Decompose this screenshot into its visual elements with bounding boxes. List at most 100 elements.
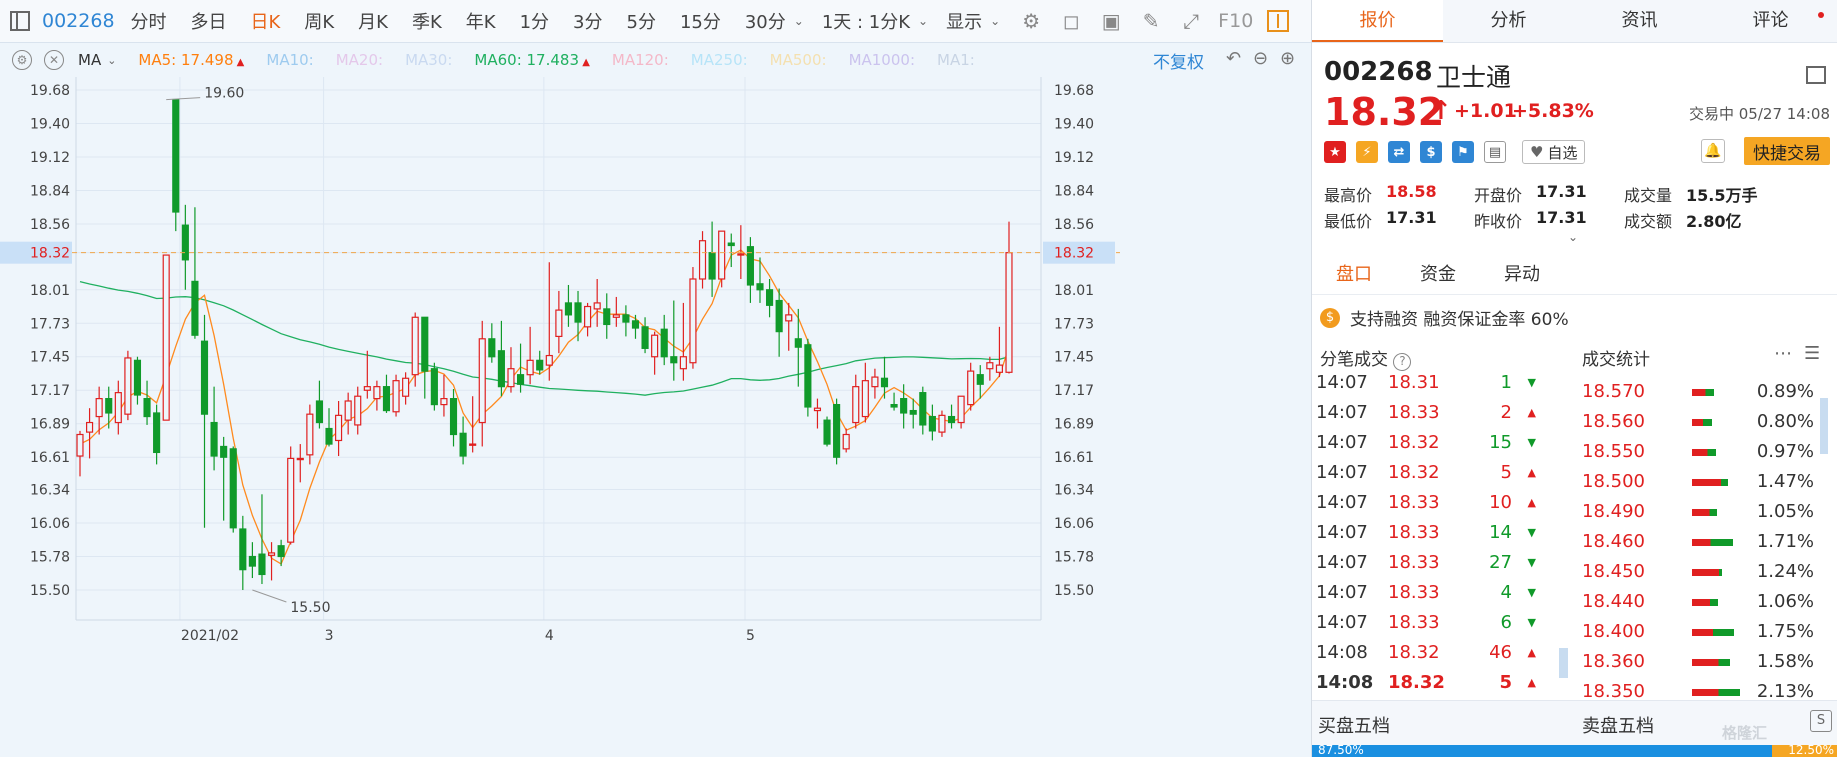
tick-price: 18.33 [1388,582,1440,603]
sub-tab[interactable]: 盘口 [1312,255,1396,294]
indicator-select[interactable]: MA [78,51,101,69]
tick-row: 14:07 18.31 1 ▼ [1316,372,1536,402]
stat-bar [1692,539,1734,546]
ma-item[interactable]: MA60: 17.483 ▲ [474,51,589,69]
ma-item[interactable]: MA1: [937,51,975,69]
stat-price: 18.490 [1582,501,1645,522]
ticks-title-text: 分笔成交 [1320,350,1388,370]
tick-row: 14:07 18.33 10 ▲ [1316,492,1536,522]
tick-time: 14:07 [1316,372,1368,393]
ma-item[interactable]: MA120: [612,51,669,69]
shuffle-icon[interactable]: ⇄ [1388,141,1410,163]
candle-body [105,398,113,414]
period-tab[interactable]: 月K [358,8,388,34]
range-dropdown-icon[interactable]: ⌄ [918,14,928,28]
candlestick-chart[interactable]: 19.68 19.68 19.40 19.40 19.12 19.12 18.84 18.84… [0,77,1311,757]
periods-dropdown-icon[interactable]: ⌄ [794,14,804,28]
y-tick-label-left: 17.17 [30,383,70,399]
indicator-dropdown-icon[interactable]: ⌄ [107,54,116,67]
dollar-icon[interactable]: $ [1420,141,1442,163]
stat-bar [1692,599,1718,606]
period-tab[interactable]: 15分 [680,8,721,34]
notes-icon[interactable]: ▤ [1484,141,1506,163]
current-price-label-left: 18.32 [30,246,70,262]
expand-icon[interactable]: S [1810,710,1832,732]
period-tab[interactable]: 周K [304,8,334,34]
tab-item[interactable]: 资讯 [1574,0,1705,42]
tick-volume: 27 [1489,552,1512,573]
zoom-out-icon[interactable]: ⊖ [1253,48,1268,69]
ma-item[interactable]: MA5: 17.498 ▲ [138,51,244,69]
candle [162,254,170,421]
fast-trade-button[interactable]: 快捷交易 [1744,137,1830,165]
list-icon[interactable]: ☰ [1804,343,1820,364]
settings-icon[interactable]: ⚙ [1018,8,1044,34]
tick-volume: 1 [1500,372,1512,393]
period-tab[interactable]: 年K [466,8,496,34]
layout-icon[interactable]: ◻ [1058,8,1084,34]
ask-title: 卖盘五档 [1582,716,1654,737]
f10-button[interactable]: F10 [1218,10,1253,32]
sub-tab[interactable]: 资金 [1396,255,1480,294]
camera-icon[interactable]: ▣ [1098,8,1124,34]
bell-icon[interactable]: 🔔 [1701,139,1725,163]
lightning-icon[interactable]: ⚡ [1356,141,1378,163]
zoom-in-icon[interactable]: ⊕ [1280,48,1295,69]
period-tab[interactable]: 30分 [745,8,786,34]
panel-toggle-icon[interactable] [1267,10,1290,32]
candle-body [526,359,534,376]
tab-item[interactable]: 报价 [1312,0,1443,42]
ticks-scrollbar[interactable] [1559,648,1568,678]
more-icon[interactable]: ⋯ [1774,343,1792,364]
tick-time: 14:07 [1316,612,1368,633]
period-tab[interactable]: 季K [412,8,442,34]
display-dropdown-icon[interactable]: ⌄ [990,14,1000,28]
ma-close-icon[interactable]: ✕ [44,50,64,70]
sub-tab[interactable]: 异动 [1480,255,1564,294]
watchlist-button[interactable]: ♥ 自选 [1522,140,1586,164]
candle-body [430,368,438,406]
ma-item[interactable]: MA500: [770,51,827,69]
tick-time: 14:07 [1316,432,1368,453]
ma-item[interactable]: MA250: [691,51,748,69]
period-tab[interactable]: 多日 [191,8,227,34]
tag-icon[interactable]: ⚑ [1452,141,1474,163]
period-tab[interactable]: 分时 [131,8,167,34]
help-icon[interactable]: ? [1393,353,1412,371]
ma-item[interactable]: MA10: [266,51,313,69]
stats-scrollbar[interactable] [1820,398,1828,454]
undo-icon[interactable]: ↶ [1226,48,1241,69]
stat-row: 18.550 0.97% [1582,441,1837,471]
up-triangle-icon: ▲ [1527,466,1536,479]
down-triangle-icon: ▼ [1527,526,1536,539]
china-flag-icon[interactable]: ★ [1324,141,1346,163]
sidebar-toggle-icon[interactable] [10,11,30,31]
range-select[interactable]: 1天 : 1分K [822,8,910,34]
ma-item[interactable]: MA30: [405,51,452,69]
tick-volume: 5 [1499,672,1512,693]
ma-item[interactable]: MA20: [336,51,383,69]
fullscreen-icon[interactable]: ⤢ [1178,8,1204,34]
period-tab[interactable]: 3分 [573,8,602,34]
ma-value: 17.483 [521,51,580,69]
bid-ask-ratio-bar: 87.50% 12.50% [1312,745,1837,757]
draw-pen-icon[interactable]: ✎ [1138,8,1164,34]
candle-body [440,398,448,406]
fuquan-button[interactable]: 不复权 [1153,48,1204,73]
x-tick-label: 2021/02 [181,628,239,644]
tab-item[interactable]: 分析 [1443,0,1574,42]
period-tab[interactable]: 日K [251,8,281,34]
tick-row: 14:07 18.33 2 ▲ [1316,402,1536,432]
display-menu[interactable]: 显示 [946,8,982,34]
ma-settings-icon[interactable]: ⚙ [12,50,32,70]
ma-value: 17.498 [176,51,234,69]
candle-body [315,400,324,424]
ma-item[interactable]: MA1000: [849,51,915,69]
sidebar-icon[interactable] [1806,66,1826,84]
candle-body [890,403,898,408]
period-tab[interactable]: 1分 [520,8,549,34]
expand-chevron-icon[interactable]: ⌄ [1568,230,1578,244]
period-tab[interactable]: 5分 [627,8,656,34]
ma-label: MA60: [474,51,522,69]
tab-item[interactable]: 评论 [1705,0,1836,42]
